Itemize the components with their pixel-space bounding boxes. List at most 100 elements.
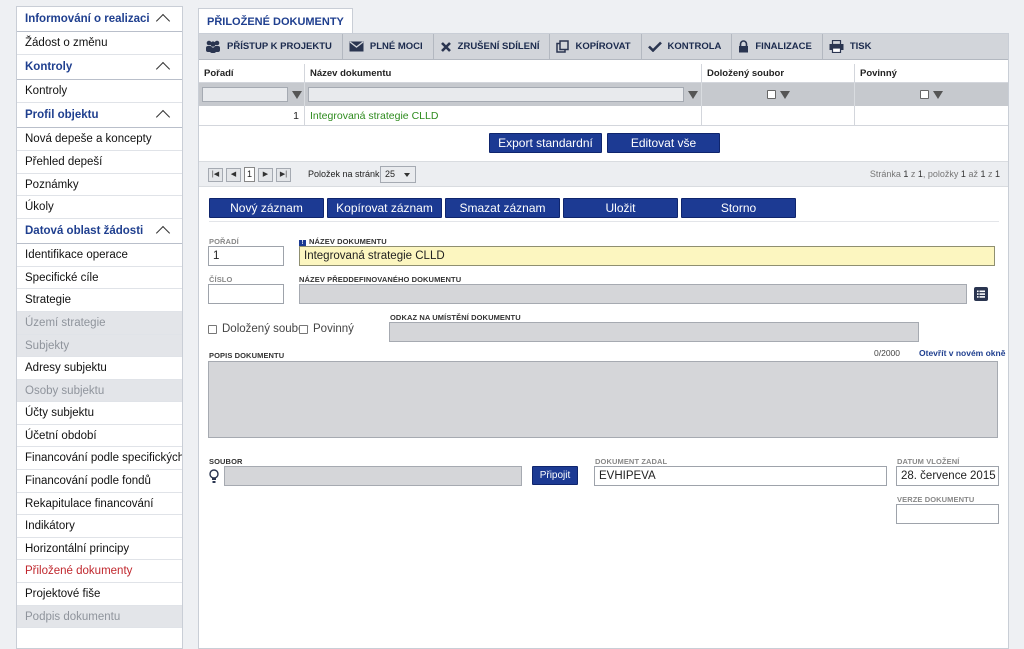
new-record-button[interactable]: Nový záznam: [209, 198, 324, 218]
filter-icon[interactable]: [688, 90, 698, 99]
copy-button[interactable]: KOPÍROVAT: [550, 34, 642, 59]
sidebar-item[interactable]: Žádost o změnu: [17, 32, 182, 55]
check-button[interactable]: KONTROLA: [642, 34, 733, 59]
column-order[interactable]: Pořadí: [199, 64, 305, 82]
sidebar-item[interactable]: Přehled depeší: [17, 151, 182, 174]
number-input[interactable]: [208, 284, 284, 304]
print-button[interactable]: TISK: [823, 34, 882, 59]
attach-file-button[interactable]: Připojit: [532, 466, 578, 485]
filter-order-input[interactable]: [201, 87, 288, 102]
sidebar-item[interactable]: Strategie: [17, 289, 182, 312]
sidebar-item[interactable]: Nová depeše a koncepty: [17, 128, 182, 151]
sidebar-section-header[interactable]: Datová oblast žádosti: [17, 219, 182, 245]
cancel-button[interactable]: Storno: [681, 198, 796, 218]
sidebar-item[interactable]: Rekapitulace financování: [17, 493, 182, 516]
filter-icon[interactable]: [933, 90, 943, 99]
project-access-button[interactable]: PŘÍSTUP K PROJEKTU: [199, 34, 343, 59]
sidebar-item[interactable]: Identifikace operace: [17, 244, 182, 267]
sidebar-item: Podpis dokumentu: [17, 605, 182, 629]
mandatory-checkbox-wrap[interactable]: Povinný: [299, 323, 354, 335]
column-document-name[interactable]: Název dokumentu: [305, 64, 702, 82]
sidebar-section-header[interactable]: Profil objektu: [17, 103, 182, 129]
copy-icon: [556, 40, 570, 53]
predefined-document-input[interactable]: [299, 284, 967, 304]
chevron-up-icon[interactable]: [155, 61, 171, 77]
document-version-input[interactable]: [896, 504, 999, 524]
sidebar-item[interactable]: Úkoly: [17, 196, 182, 219]
check-label: KONTROLA: [667, 41, 722, 52]
first-page-button[interactable]: |◀: [208, 168, 223, 182]
print-label: TISK: [849, 41, 872, 52]
order-input[interactable]: 1: [208, 246, 284, 266]
sidebar-section-title: Kontroly: [25, 60, 73, 73]
edit-all-button[interactable]: Editovat vše: [607, 133, 720, 153]
filter-mandatory-checkbox[interactable]: [920, 90, 929, 99]
list-icon[interactable]: [974, 287, 988, 301]
attached-file-checkbox[interactable]: [208, 324, 217, 334]
sidebar-item[interactable]: Financování podle specifických cílů: [17, 447, 182, 471]
chevron-up-icon[interactable]: [155, 13, 171, 29]
cancel-sharing-button[interactable]: ZRUŠENÍ SDÍLENÍ: [434, 34, 551, 59]
number-label: ČÍSLO: [209, 275, 233, 284]
document-location-input[interactable]: [389, 322, 919, 342]
column-mandatory[interactable]: Povinný: [855, 64, 1008, 82]
per-page-select[interactable]: 25: [380, 166, 416, 183]
copy-record-button[interactable]: Kopírovat záznam: [327, 198, 442, 218]
document-name-input[interactable]: Integrovaná strategie CLLD: [299, 246, 995, 266]
sidebar-item[interactable]: Indikátory: [17, 515, 182, 538]
cell-document-name[interactable]: Integrovaná strategie CLLD: [305, 106, 702, 125]
mandatory-checkbox[interactable]: [299, 324, 308, 334]
export-standard-button[interactable]: Export standardní: [489, 133, 602, 153]
entered-by-input[interactable]: EVHIPEVA: [594, 466, 887, 486]
sidebar-section-header[interactable]: Kontroly: [17, 55, 182, 81]
filter-icon[interactable]: [291, 90, 302, 99]
date-inserted-input[interactable]: 28. července 2015: [896, 466, 999, 486]
filter-attached-checkbox[interactable]: [766, 90, 776, 99]
last-page-button[interactable]: ▶|: [276, 168, 291, 182]
entered-by-label: DOKUMENT ZADAL: [595, 457, 668, 466]
project-access-label: PŘÍSTUP K PROJEKTU: [227, 41, 332, 52]
power-of-attorney-button[interactable]: PLNÉ MOCI: [343, 34, 434, 59]
finalize-button[interactable]: FINALIZACE: [732, 34, 823, 59]
envelope-icon: [349, 41, 364, 52]
sidebar-item[interactable]: Financování podle fondů: [17, 470, 182, 493]
filter-icon[interactable]: [779, 90, 790, 99]
pager-text: , položky: [922, 169, 961, 179]
file-label: SOUBOR: [209, 457, 243, 466]
sidebar-item[interactable]: Specifické cíle: [17, 267, 182, 290]
sidebar-item[interactable]: Horizontální principy: [17, 538, 182, 561]
sidebar-item: Území strategie: [17, 311, 182, 335]
filter-name-input[interactable]: [308, 87, 684, 102]
save-button[interactable]: Uložit: [563, 198, 678, 218]
chevron-up-icon[interactable]: [155, 109, 171, 125]
sidebar-item[interactable]: Poznámky: [17, 174, 182, 197]
next-page-button[interactable]: ▶: [258, 168, 273, 182]
prev-page-button[interactable]: ◀: [226, 168, 241, 182]
chevron-up-icon[interactable]: [155, 225, 171, 240]
mandatory-label: Povinný: [313, 323, 354, 335]
file-input[interactable]: [224, 466, 522, 486]
sidebar-item[interactable]: Kontroly: [17, 80, 182, 103]
current-page-input[interactable]: 1: [244, 167, 255, 182]
sidebar-item[interactable]: Projektové fiše: [17, 583, 182, 606]
predefined-document-label: NÁZEV PŘEDDEFINOVANÉHO DOKUMENTU: [299, 275, 462, 284]
table-row[interactable]: 1 Integrovaná strategie CLLD: [199, 106, 1008, 126]
sidebar-section-header[interactable]: Informování o realizaci: [17, 7, 182, 33]
attached-file-checkbox-wrap[interactable]: Doložený soubor: [208, 323, 308, 335]
sidebar-item[interactable]: Přiložené dokumenty: [17, 560, 182, 584]
main-content: PŘILOŽENÉ DOKUMENTY PŘÍSTUP K PROJEKTU P…: [198, 6, 1009, 649]
delete-record-button[interactable]: Smazat záznam: [445, 198, 560, 218]
attached-file-label: Doložený soubor: [222, 323, 309, 335]
sidebar-item[interactable]: Účty subjektu: [17, 402, 182, 425]
users-icon: [206, 40, 220, 53]
description-textarea[interactable]: [208, 361, 998, 438]
attached-documents-panel: PŘÍSTUP K PROJEKTU PLNÉ MOCI ZRUŠENÍ SDÍ…: [198, 33, 1009, 649]
sidebar-item[interactable]: Účetní období: [17, 425, 182, 448]
sidebar-item[interactable]: Adresy subjektu: [17, 357, 182, 380]
tab-attached-documents[interactable]: PŘILOŽENÉ DOKUMENTY: [198, 8, 353, 34]
column-attached-file[interactable]: Doložený soubor: [702, 64, 855, 82]
filter-order-cell: [199, 83, 305, 106]
pagination: |◀ ◀ 1 ▶ ▶| Položek na stránku 25 Stránk…: [199, 161, 1008, 187]
open-new-window-link[interactable]: Otevřít v novém okně: [919, 348, 1005, 358]
filter-mandatory-cell: [855, 83, 1008, 106]
